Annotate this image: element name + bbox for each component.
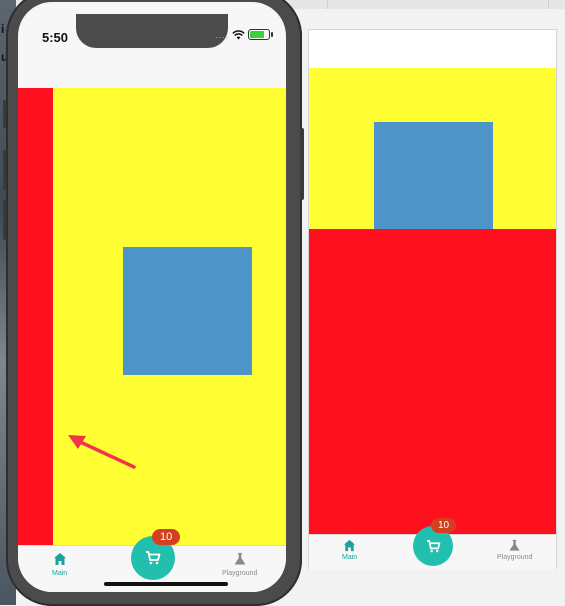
flask-icon: [234, 553, 246, 565]
phone-button: [3, 100, 6, 128]
yellow-box-right: [309, 68, 556, 241]
status-icons: ....: [214, 29, 273, 40]
home-indicator: [104, 582, 228, 586]
signal-dots: ....: [214, 29, 229, 40]
tab-main[interactable]: Main: [342, 539, 357, 561]
tab-bar-right: Main 10 Playground: [309, 518, 556, 569]
phone-device: 5:50 .... Main 10 Playground: [3, 0, 304, 606]
tab-main[interactable]: Main: [52, 552, 67, 577]
status-time: 5:50: [42, 30, 69, 45]
tab-label-main: Main: [342, 554, 358, 561]
home-icon: [53, 553, 66, 565]
wifi-icon: [232, 29, 245, 39]
cart-badge: 10: [152, 529, 181, 545]
app-content-left: [18, 88, 286, 545]
red-box-left: [18, 88, 53, 545]
home-icon: [344, 539, 356, 552]
tab-label-playground: Playground: [497, 554, 533, 561]
phone-button: [3, 150, 6, 190]
cart-badge: 10: [431, 518, 457, 533]
phone-screen: 5:50 .... Main 10 Playground: [18, 2, 286, 592]
battery-icon: [248, 29, 273, 40]
cart-icon: [426, 539, 440, 552]
tab-label-playground: Playground: [222, 570, 258, 577]
cart-icon: [146, 551, 161, 565]
annotation-arrow: [68, 435, 136, 469]
simulator-right: Main 10 Playground: [309, 30, 556, 569]
tab-playground[interactable]: Playground: [222, 552, 257, 577]
red-box-right: [309, 229, 556, 534]
flask-icon: [509, 539, 520, 551]
notch: [76, 14, 228, 48]
phone-button: [300, 128, 304, 200]
tab-playground[interactable]: Playground: [497, 539, 532, 561]
blue-square-left: [123, 247, 252, 375]
blue-square-right: [374, 122, 493, 241]
phone-button: [3, 200, 6, 240]
tab-label-main: Main: [52, 570, 68, 577]
truncated-text: i: [1, 22, 5, 36]
